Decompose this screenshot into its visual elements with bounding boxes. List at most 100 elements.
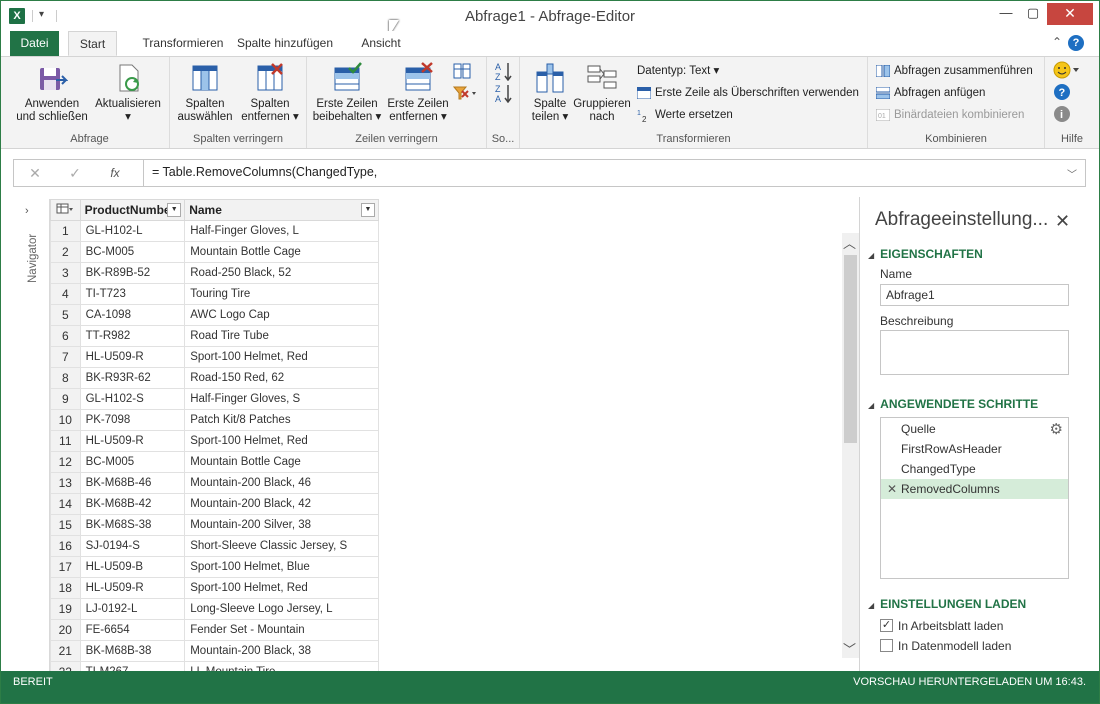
table-row[interactable]: 13 BK-M68B-46 Mountain-200 Black, 46 bbox=[50, 472, 379, 494]
group-by-button[interactable]: Gruppieren nach bbox=[572, 62, 632, 124]
table-row[interactable]: 4 TI-T723 Touring Tire bbox=[50, 283, 379, 305]
table-row[interactable]: 17 HL-U509-B Sport-100 Helmet, Blue bbox=[50, 556, 379, 578]
table-row[interactable]: 19 LJ-0192-L Long-Sleeve Logo Jersey, L bbox=[50, 598, 379, 620]
table-row[interactable]: 9 GL-H102-S Half-Finger Gloves, S bbox=[50, 388, 379, 410]
keep-rows-button[interactable]: Erste Zeilen beibehalten ▾ bbox=[311, 62, 383, 124]
remove-columns-button[interactable]: Spalten entfernen ▾ bbox=[236, 62, 304, 124]
scroll-down-icon[interactable]: ﹀ bbox=[843, 639, 856, 658]
cell-productnumber[interactable]: GL-H102-L bbox=[79, 220, 186, 242]
step-firstrowasheader[interactable]: FirstRowAsHeader bbox=[881, 439, 1068, 459]
row-number[interactable]: 12 bbox=[50, 451, 81, 473]
collapse-ribbon-icon[interactable]: ⌃ bbox=[1052, 35, 1062, 49]
use-first-row-as-headers-button[interactable]: Erste Zeile als Überschriften verwenden bbox=[636, 83, 859, 103]
combine-binaries-button[interactable]: 01 Binärdateien kombinieren bbox=[875, 105, 1024, 125]
cell-productnumber[interactable]: FE-6654 bbox=[79, 619, 186, 641]
cell-productnumber[interactable]: HL-U509-B bbox=[79, 556, 186, 578]
refresh-button[interactable]: Aktualisieren ▾ bbox=[90, 62, 166, 124]
sort-ascending-icon[interactable]: AZ bbox=[495, 61, 513, 82]
cell-productnumber[interactable]: BC-M005 bbox=[79, 451, 186, 473]
table-row[interactable]: 16 SJ-0194-S Short-Sleeve Classic Jersey, … bbox=[50, 535, 379, 557]
row-number[interactable]: 8 bbox=[50, 367, 81, 389]
cell-productnumber[interactable]: BC-M005 bbox=[79, 241, 186, 263]
row-number[interactable]: 14 bbox=[50, 493, 81, 515]
cell-name[interactable]: Sport-100 Helmet, Blue bbox=[184, 556, 379, 578]
table-row[interactable]: 15 BK-M68S-38 Mountain-200 Silver, 38 bbox=[50, 514, 379, 536]
expand-navigator-icon[interactable]: › bbox=[25, 205, 29, 217]
column-header-productnumber[interactable]: ProductNumber ▼ bbox=[79, 199, 186, 221]
row-number[interactable]: 2 bbox=[50, 241, 81, 263]
close-pane-icon[interactable]: ✕ bbox=[1055, 211, 1070, 232]
cell-productnumber[interactable]: BK-M68B-46 bbox=[79, 472, 186, 494]
row-number[interactable]: 18 bbox=[50, 577, 81, 599]
row-number[interactable]: 22 bbox=[50, 661, 81, 671]
cell-name[interactable]: Mountain-200 Black, 42 bbox=[184, 493, 379, 515]
cell-productnumber[interactable]: TT-R982 bbox=[79, 325, 186, 347]
row-number[interactable]: 17 bbox=[50, 556, 81, 578]
column-header-name[interactable]: Name ▼ bbox=[184, 199, 379, 221]
cell-productnumber[interactable]: HL-U509-R bbox=[79, 430, 186, 452]
tab-start[interactable]: Start bbox=[68, 31, 117, 56]
tab-ansicht[interactable]: Ansicht bbox=[356, 31, 406, 56]
sort-descending-icon[interactable]: ZA bbox=[495, 83, 513, 104]
cell-name[interactable]: Mountain-200 Silver, 38 bbox=[184, 514, 379, 536]
table-row[interactable]: 5 CA-1098 AWC Logo Cap bbox=[50, 304, 379, 326]
table-row[interactable]: 14 BK-M68B-42 Mountain-200 Black, 42 bbox=[50, 493, 379, 515]
smiley-feedback-icon[interactable] bbox=[1053, 61, 1081, 81]
table-row[interactable]: 6 TT-R982 Road Tire Tube bbox=[50, 325, 379, 347]
split-column-button[interactable]: Spalte teilen ▾ bbox=[524, 62, 576, 124]
step-quelle[interactable]: Quelle ⚙ bbox=[881, 419, 1068, 439]
cell-productnumber[interactable]: HL-U509-R bbox=[79, 577, 186, 599]
cell-name[interactable]: Sport-100 Helmet, Red bbox=[184, 577, 379, 599]
filter-dropdown-icon[interactable]: ▼ bbox=[361, 203, 375, 217]
step-removedcolumns[interactable]: ✕ RemovedColumns bbox=[881, 479, 1068, 499]
cell-name[interactable]: Road-150 Red, 62 bbox=[184, 367, 379, 389]
applied-steps-section-header[interactable]: ◢ ANGEWENDETE SCHRITTE bbox=[868, 397, 1038, 411]
remove-rows-button[interactable]: Erste Zeilen entfernen ▾ bbox=[383, 62, 453, 124]
fx-icon[interactable]: fx bbox=[105, 166, 125, 180]
cell-name[interactable]: Road Tire Tube bbox=[184, 325, 379, 347]
cell-name[interactable]: Fender Set - Mountain bbox=[184, 619, 379, 641]
table-menu-icon[interactable] bbox=[50, 199, 81, 221]
row-number[interactable]: 5 bbox=[50, 304, 81, 326]
properties-section-header[interactable]: ◢ EIGENSCHAFTEN bbox=[868, 247, 983, 261]
vertical-scrollbar[interactable]: ︿ ﹀ bbox=[842, 233, 859, 658]
cell-productnumber[interactable]: BK-R89B-52 bbox=[79, 262, 186, 284]
data-type-dropdown[interactable]: Datentyp: Text ▾ bbox=[637, 61, 719, 81]
maximize-button[interactable]: ▢ bbox=[1018, 3, 1048, 25]
close-button[interactable]: ✕ bbox=[1047, 3, 1093, 25]
table-row[interactable]: 3 BK-R89B-52 Road-250 Black, 52 bbox=[50, 262, 379, 284]
row-number[interactable]: 16 bbox=[50, 535, 81, 557]
cell-name[interactable]: Road-250 Black, 52 bbox=[184, 262, 379, 284]
cell-productnumber[interactable]: LJ-0192-L bbox=[79, 598, 186, 620]
row-number[interactable]: 7 bbox=[50, 346, 81, 368]
remove-duplicates-icon[interactable] bbox=[453, 63, 471, 83]
load-to-worksheet-checkbox[interactable]: ✓ In Arbeitsblatt laden bbox=[880, 619, 1003, 633]
table-row[interactable]: 11 HL-U509-R Sport-100 Helmet, Red bbox=[50, 430, 379, 452]
cell-name[interactable]: Half-Finger Gloves, L bbox=[184, 220, 379, 242]
cancel-formula-icon[interactable]: ✕ bbox=[25, 165, 45, 182]
cell-name[interactable]: Sport-100 Helmet, Red bbox=[184, 346, 379, 368]
row-number[interactable]: 19 bbox=[50, 598, 81, 620]
help-question-icon[interactable]: ? bbox=[1053, 83, 1071, 103]
cell-productnumber[interactable]: PK-7098 bbox=[79, 409, 186, 431]
choose-columns-button[interactable]: Spalten auswählen bbox=[172, 62, 238, 124]
navigator-panel[interactable]: › Navigator bbox=[16, 199, 46, 669]
merge-queries-button[interactable]: Abfragen zusammenführen bbox=[875, 61, 1033, 81]
cell-name[interactable]: Mountain-200 Black, 38 bbox=[184, 640, 379, 662]
tab-spalte-hinzufuegen[interactable]: Spalte hinzufügen bbox=[230, 31, 340, 56]
formula-input[interactable]: = Table.RemoveColumns(ChangedType, bbox=[152, 165, 377, 179]
row-number[interactable]: 15 bbox=[50, 514, 81, 536]
scrollbar-thumb[interactable] bbox=[844, 255, 857, 443]
load-to-datamodel-checkbox[interactable]: In Datenmodell laden bbox=[880, 639, 1011, 653]
checkbox-unchecked-icon[interactable] bbox=[880, 639, 893, 653]
row-number[interactable]: 11 bbox=[50, 430, 81, 452]
row-number[interactable]: 6 bbox=[50, 325, 81, 347]
table-row[interactable]: 18 HL-U509-R Sport-100 Helmet, Red bbox=[50, 577, 379, 599]
cell-name[interactable]: Sport-100 Helmet, Red bbox=[184, 430, 379, 452]
row-number[interactable]: 21 bbox=[50, 640, 81, 662]
cell-productnumber[interactable]: BK-R93R-62 bbox=[79, 367, 186, 389]
expand-formula-icon[interactable]: ﹀ bbox=[1067, 166, 1077, 181]
replace-values-button[interactable]: 1 2 Werte ersetzen bbox=[637, 105, 733, 125]
cell-name[interactable]: Half-Finger Gloves, S bbox=[184, 388, 379, 410]
cell-name[interactable]: Mountain Bottle Cage bbox=[184, 241, 379, 263]
